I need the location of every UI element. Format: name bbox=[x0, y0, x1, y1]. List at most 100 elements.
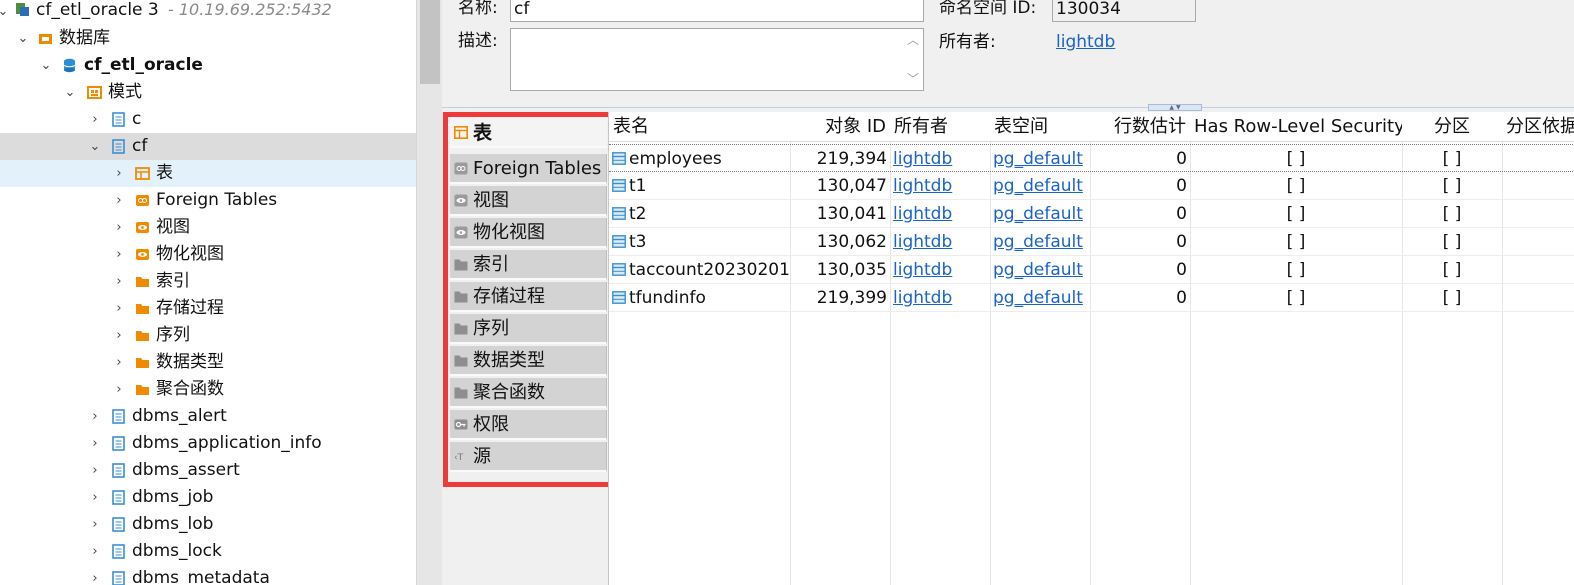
chevron-right-icon[interactable]: › bbox=[88, 403, 102, 430]
cell-owner[interactable]: lightdb bbox=[890, 256, 990, 284]
tab-indexes[interactable]: 索引 bbox=[450, 250, 607, 280]
tree-item-schema[interactable]: › dbms_application_info bbox=[0, 430, 416, 457]
tree-item-schema[interactable]: › dbms_job bbox=[0, 484, 416, 511]
cell-owner[interactable]: lightdb bbox=[890, 200, 990, 228]
chevron-right-icon[interactable]: › bbox=[112, 268, 126, 295]
cell-owner-text[interactable]: lightdb bbox=[893, 260, 952, 280]
cell-tablespace-text[interactable]: pg_default bbox=[993, 204, 1083, 224]
chevron-down-icon[interactable]: ⌄ bbox=[88, 133, 102, 160]
cell-tablespace-text[interactable]: pg_default bbox=[993, 260, 1083, 280]
chevron-right-icon[interactable]: › bbox=[112, 187, 126, 214]
table-row[interactable]: tfundinfo 219,399 lightdb pg_default 0 [ ] [ ] bbox=[609, 284, 1574, 312]
chevron-down-icon[interactable]: ⌄ bbox=[39, 52, 53, 79]
name-input[interactable]: cf bbox=[510, 0, 924, 22]
column-header-tablespace[interactable]: 表空间 bbox=[990, 112, 1090, 142]
tree-item-schema-c[interactable]: › c bbox=[0, 106, 416, 133]
tree-item-schema[interactable]: › dbms_metadata bbox=[0, 565, 416, 585]
chevron-right-icon[interactable]: › bbox=[88, 457, 102, 484]
table-row[interactable]: employees 219,394 lightdb pg_default 0 [ ] [ ] bbox=[609, 144, 1574, 172]
chevron-right-icon[interactable]: › bbox=[88, 538, 102, 565]
tree-item-schema[interactable]: › dbms_alert bbox=[0, 403, 416, 430]
tree-item-database[interactable]: ⌄ cf_etl_oracle bbox=[0, 52, 416, 79]
tree-item-foreign-tables[interactable]: › Foreign Tables bbox=[0, 187, 416, 214]
chevron-right-icon[interactable]: › bbox=[112, 295, 126, 322]
column-header-object-id[interactable]: 对象 ID bbox=[790, 112, 890, 142]
tab-permissions[interactable]: 权限 bbox=[450, 410, 607, 440]
cell-owner[interactable]: lightdb bbox=[890, 228, 990, 256]
column-header-partitioned[interactable]: 分区 bbox=[1402, 112, 1502, 142]
cell-tablespace-text[interactable]: pg_default bbox=[993, 288, 1083, 308]
tree-item-data-types[interactable]: › 数据类型 bbox=[0, 349, 416, 376]
cell-owner-text[interactable]: lightdb bbox=[893, 288, 952, 308]
cell-tablespace-text[interactable]: pg_default bbox=[993, 176, 1083, 196]
chevron-down-icon[interactable]: ﹀ bbox=[907, 68, 919, 90]
table-row[interactable]: t2 130,041 lightdb pg_default 0 [ ] [ ] bbox=[609, 200, 1574, 228]
scrollbar-thumb[interactable] bbox=[420, 0, 440, 84]
tree-item-procedures[interactable]: › 存储过程 bbox=[0, 295, 416, 322]
tree-item-views[interactable]: › 视图 bbox=[0, 214, 416, 241]
chevron-right-icon[interactable]: › bbox=[112, 241, 126, 268]
cell-owner-text[interactable]: lightdb bbox=[893, 232, 952, 252]
table-row[interactable]: t3 130,062 lightdb pg_default 0 [ ] [ ] bbox=[609, 228, 1574, 256]
column-header-row-level-security[interactable]: Has Row-Level Security bbox=[1190, 112, 1402, 142]
cell-owner-text[interactable]: lightdb bbox=[893, 176, 952, 196]
tree-item-materialized-views[interactable]: › 物化视图 bbox=[0, 241, 416, 268]
cell-tablespace[interactable]: pg_default bbox=[990, 256, 1090, 284]
cell-owner[interactable]: lightdb bbox=[890, 284, 990, 312]
cell-owner-text[interactable]: lightdb bbox=[893, 204, 952, 224]
tree-item-schemas[interactable]: ⌄ 模式 bbox=[0, 79, 416, 106]
chevron-up-icon[interactable]: ︿ bbox=[907, 29, 919, 51]
table-row[interactable]: t1 130,047 lightdb pg_default 0 [ ] [ ] bbox=[609, 172, 1574, 200]
cell-owner-text[interactable]: lightdb bbox=[893, 149, 952, 169]
chevron-right-icon[interactable]: › bbox=[112, 376, 126, 403]
tab-source[interactable]: ‹T 源 bbox=[450, 442, 607, 472]
table-row[interactable]: taccount20230201 130,035 lightdb pg_default… bbox=[609, 256, 1574, 284]
panel-splitter[interactable]: ▲ ▼ bbox=[442, 104, 1574, 111]
textarea-scrollbar[interactable]: ︿ ﹀ bbox=[903, 29, 923, 90]
tree-item-sequences[interactable]: › 序列 bbox=[0, 322, 416, 349]
tab-data-types[interactable]: 数据类型 bbox=[450, 346, 607, 376]
tree-item-aggregates[interactable]: › 聚合函数 bbox=[0, 376, 416, 403]
tab-sequences[interactable]: 序列 bbox=[450, 314, 607, 344]
chevron-down-icon[interactable]: ⌄ bbox=[63, 79, 77, 106]
cell-tablespace[interactable]: pg_default bbox=[990, 284, 1090, 312]
cell-owner[interactable]: lightdb bbox=[890, 172, 990, 200]
chevron-right-icon[interactable]: › bbox=[112, 160, 126, 187]
chevron-right-icon[interactable]: › bbox=[88, 511, 102, 538]
tab-views[interactable]: 视图 bbox=[450, 186, 607, 216]
tree-item-connection[interactable]: ⌄ cf_etl_oracle 3 - 10.19.69.252:5432 bbox=[0, 0, 416, 25]
chevron-right-icon[interactable]: › bbox=[112, 322, 126, 349]
tree-item-indexes[interactable]: › 索引 bbox=[0, 268, 416, 295]
tree-item-schema[interactable]: › dbms_lob bbox=[0, 511, 416, 538]
chevron-right-icon[interactable]: › bbox=[88, 484, 102, 511]
chevron-right-icon[interactable]: › bbox=[112, 214, 126, 241]
cell-owner[interactable]: lightdb bbox=[890, 145, 990, 173]
tab-foreign-tables[interactable]: Foreign Tables bbox=[450, 154, 607, 184]
chevron-down-icon[interactable]: ⌄ bbox=[16, 25, 30, 52]
tree-item-schema[interactable]: › dbms_lock bbox=[0, 538, 416, 565]
chevron-right-icon[interactable]: › bbox=[88, 430, 102, 457]
column-header-owner[interactable]: 所有者 bbox=[890, 112, 990, 142]
column-header-partition-by[interactable]: 分区依据 bbox=[1502, 112, 1574, 142]
cell-tablespace[interactable]: pg_default bbox=[990, 228, 1090, 256]
column-header-name[interactable]: 表名 bbox=[609, 112, 790, 142]
chevron-down-icon[interactable]: ⌄ bbox=[0, 0, 10, 25]
tree-item-databases[interactable]: ⌄ 数据库 bbox=[0, 25, 416, 52]
tab-tables[interactable]: 表 bbox=[450, 118, 607, 148]
tree-item-schema[interactable]: › dbms_assert bbox=[0, 457, 416, 484]
tab-procedures[interactable]: 存储过程 bbox=[450, 282, 607, 312]
tree-scrollbar[interactable] bbox=[416, 0, 442, 585]
chevron-right-icon[interactable]: › bbox=[88, 106, 102, 133]
cell-tablespace-text[interactable]: pg_default bbox=[993, 232, 1083, 252]
tree-item-tables[interactable]: › 表 bbox=[0, 160, 416, 187]
description-textarea[interactable]: ︿ ﹀ bbox=[510, 28, 924, 91]
owner-link[interactable]: lightdb bbox=[1056, 31, 1115, 53]
tree-item-schema-cf[interactable]: ⌄ cf bbox=[0, 133, 416, 160]
chevron-right-icon[interactable]: › bbox=[112, 349, 126, 376]
cell-tablespace[interactable]: pg_default bbox=[990, 172, 1090, 200]
tab-materialized-views[interactable]: 物化视图 bbox=[450, 218, 607, 248]
column-header-row-estimate[interactable]: 行数估计 bbox=[1090, 112, 1190, 142]
tab-aggregates[interactable]: 聚合函数 bbox=[450, 378, 607, 408]
chevron-right-icon[interactable]: › bbox=[88, 565, 102, 585]
cell-tablespace-text[interactable]: pg_default bbox=[993, 149, 1083, 169]
